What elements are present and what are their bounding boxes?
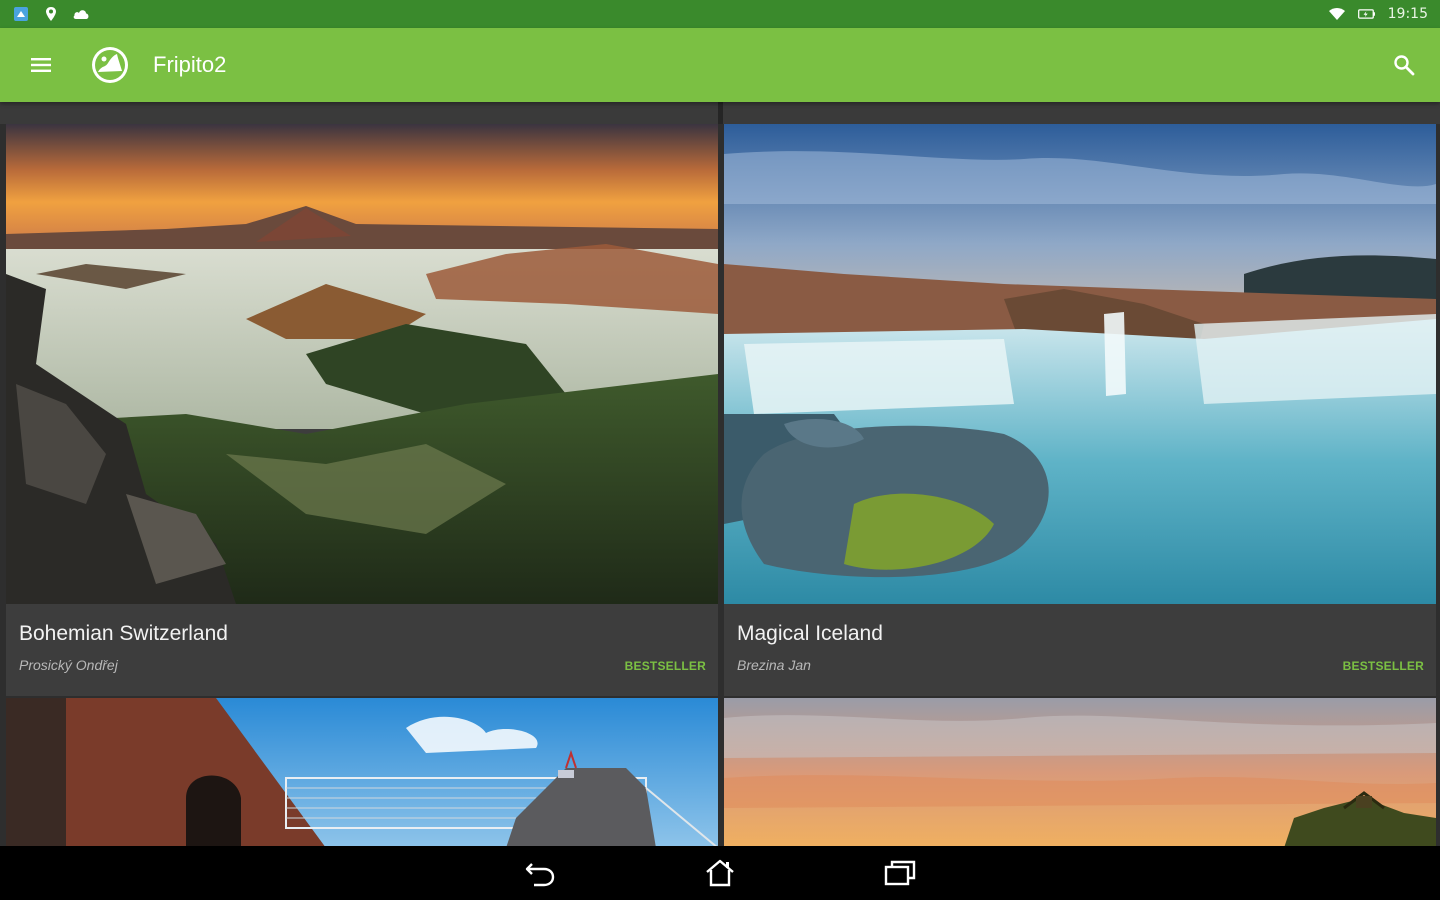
- location-icon: [42, 5, 60, 23]
- back-button[interactable]: [510, 846, 570, 900]
- menu-button[interactable]: [0, 28, 82, 102]
- album-photo: [6, 124, 718, 604]
- fripito-logo: [92, 47, 128, 83]
- back-icon: [525, 863, 555, 887]
- recent-apps-icon: [884, 860, 916, 886]
- search-icon: [1394, 55, 1415, 76]
- status-right: 19:15: [1328, 5, 1428, 23]
- album-author: Prosický Ondřej: [19, 657, 118, 673]
- grid-header-strip: [0, 102, 1440, 124]
- hamburger-menu-icon: [31, 58, 51, 72]
- wifi-icon: [1328, 5, 1346, 23]
- app-logo: [90, 45, 130, 85]
- battery-charging-icon: [1357, 5, 1376, 23]
- status-bar: 19:15: [0, 0, 1440, 28]
- album-card-partial-bridge[interactable]: [6, 698, 718, 846]
- album-photo: [724, 124, 1436, 604]
- album-title: Magical Iceland: [737, 622, 883, 645]
- cloud-icon: [72, 5, 90, 23]
- album-caption: Magical Iceland Brezina Jan BESTSELLER: [724, 604, 1436, 696]
- app-title: Fripito2: [153, 52, 227, 77]
- bestseller-badge: BESTSELLER: [624, 659, 706, 673]
- album-photo: [6, 698, 718, 846]
- status-time: 19:15: [1387, 6, 1428, 22]
- app-notification-icon: [12, 5, 30, 23]
- album-photo: [724, 698, 1436, 846]
- search-button[interactable]: [1378, 28, 1430, 102]
- album-card-magical-iceland[interactable]: Magical Iceland Brezina Jan BESTSELLER: [724, 124, 1436, 696]
- album-grid[interactable]: Bohemian Switzerland Prosický Ondřej BES…: [0, 102, 1440, 846]
- app-bar: Fripito2: [0, 28, 1440, 102]
- home-button[interactable]: [690, 846, 750, 900]
- recent-apps-button[interactable]: [870, 846, 930, 900]
- album-card-bohemian-switzerland[interactable]: Bohemian Switzerland Prosický Ondřej BES…: [6, 124, 718, 696]
- home-icon: [706, 859, 734, 887]
- bestseller-badge: BESTSELLER: [1342, 659, 1424, 673]
- album-card-partial-sunset[interactable]: [724, 698, 1436, 846]
- album-author: Brezina Jan: [737, 657, 811, 673]
- album-title: Bohemian Switzerland: [19, 622, 228, 645]
- album-caption: Bohemian Switzerland Prosický Ondřej BES…: [6, 604, 718, 696]
- status-left: [12, 5, 90, 23]
- system-nav-bar: [0, 846, 1440, 900]
